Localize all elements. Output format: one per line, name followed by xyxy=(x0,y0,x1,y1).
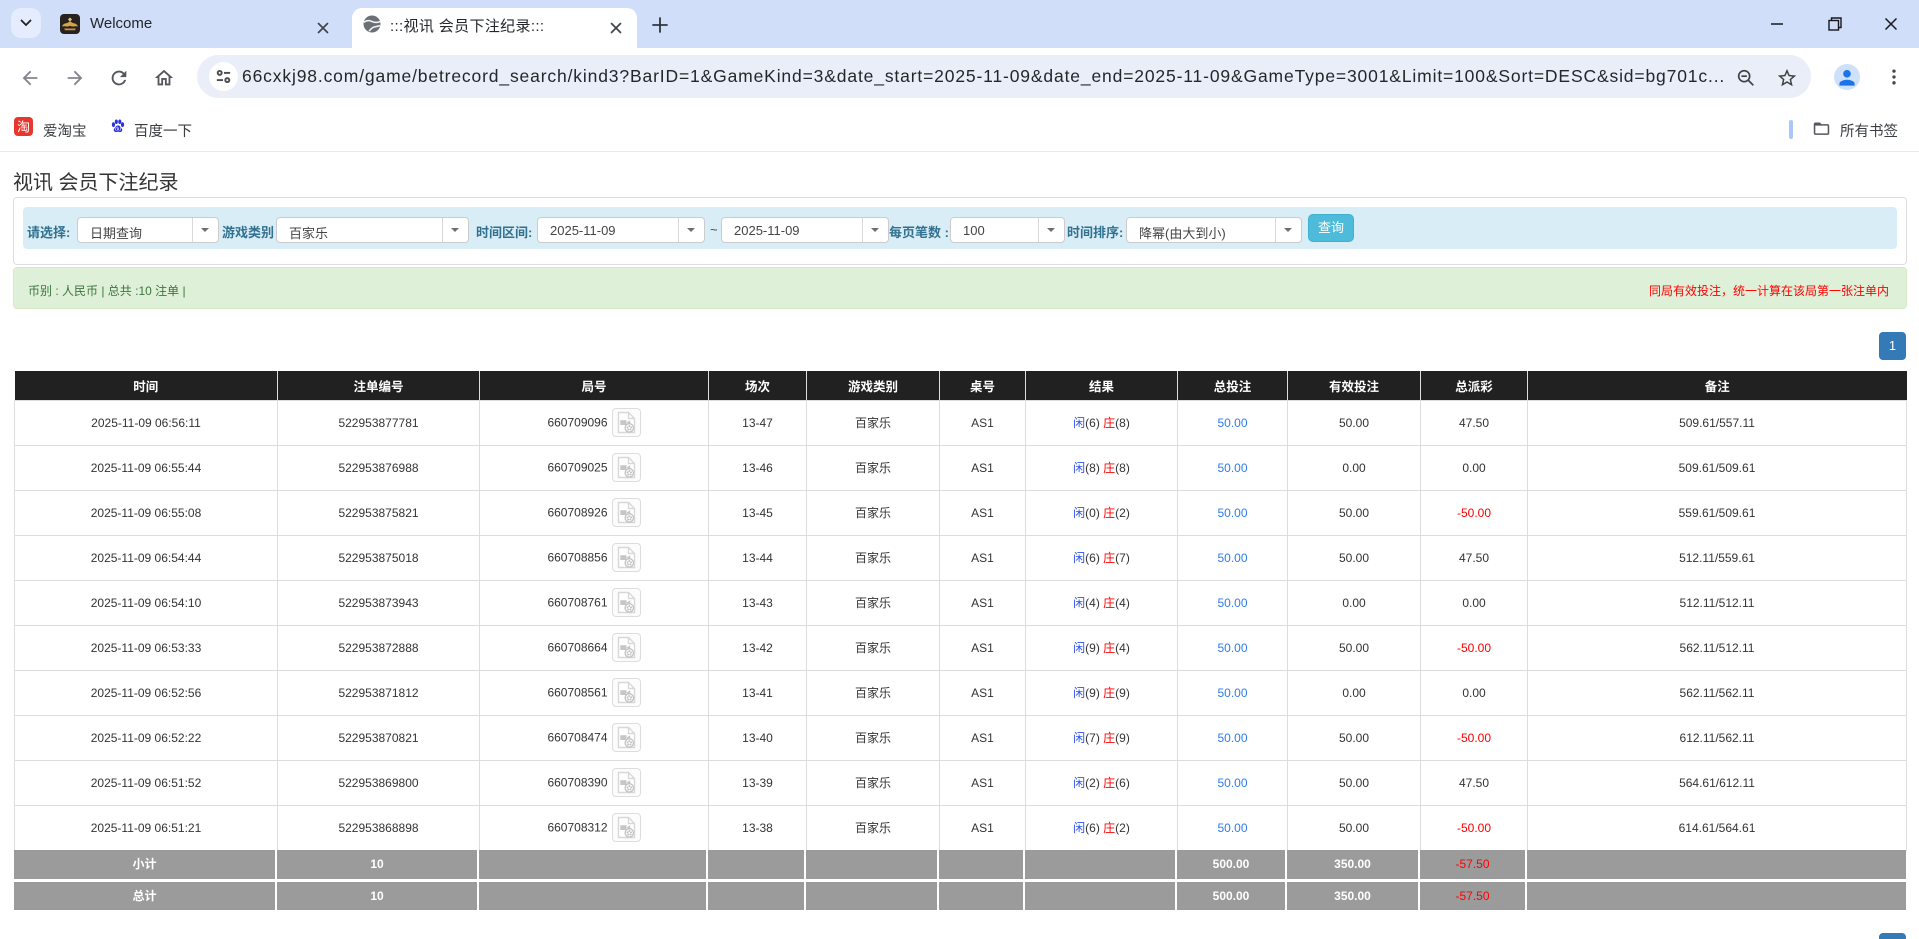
svg-text:淘: 淘 xyxy=(17,117,30,136)
svg-text:du: du xyxy=(115,127,121,133)
